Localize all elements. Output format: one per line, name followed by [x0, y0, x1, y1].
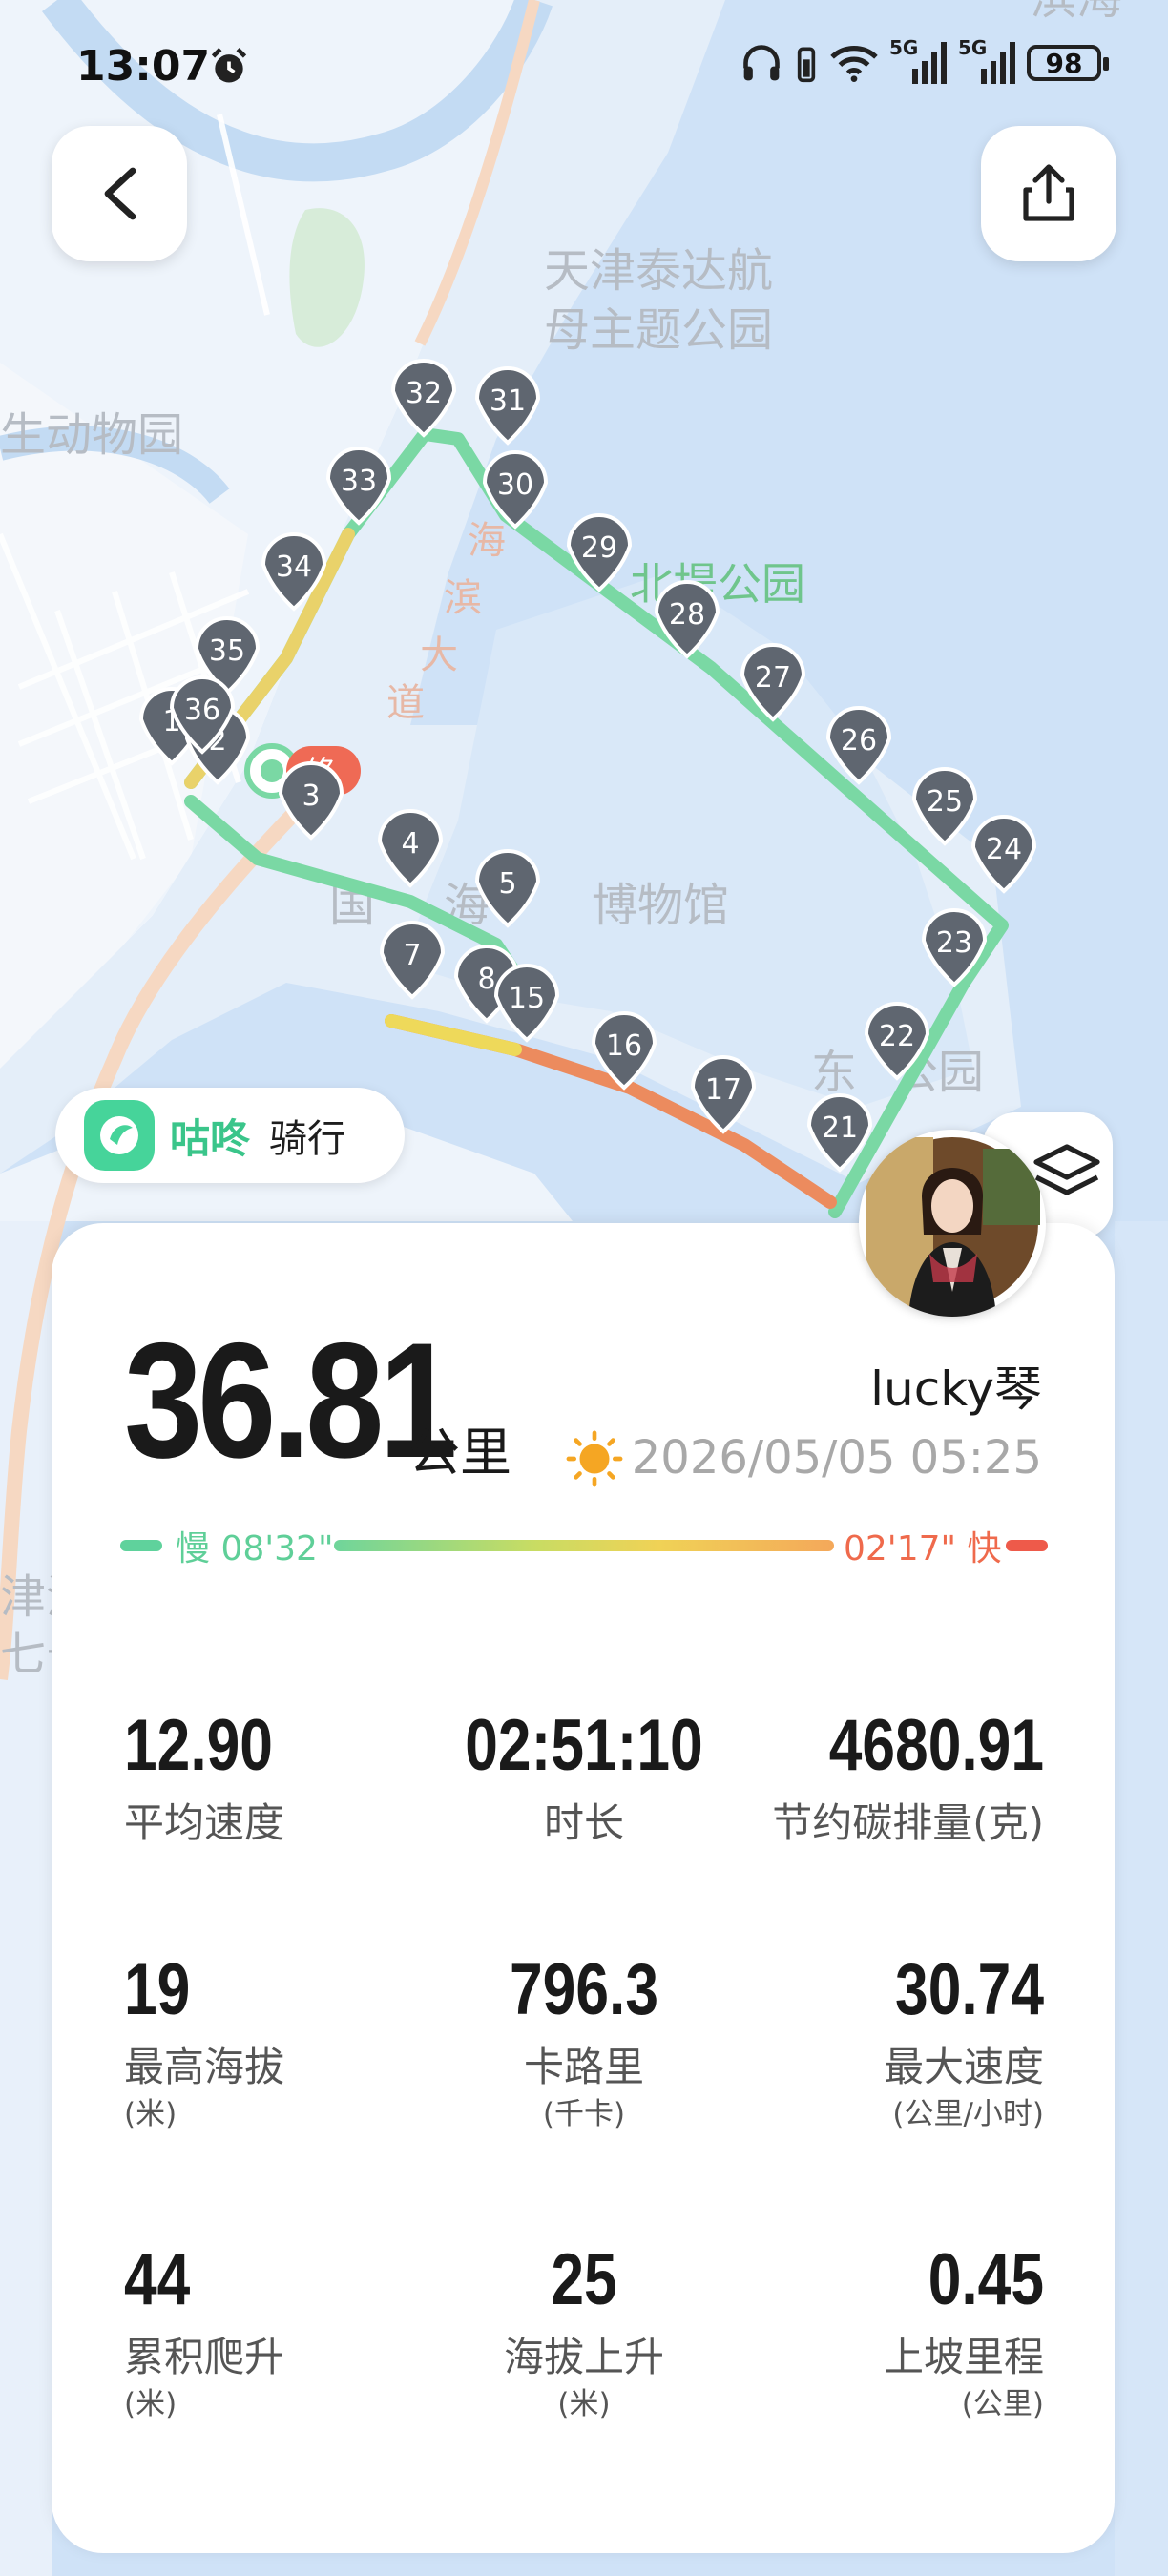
- alarm-icon: [211, 48, 247, 83]
- map-label: 道: [386, 681, 425, 725]
- map-label: 滨: [444, 576, 482, 620]
- km-marker-label: 31: [490, 384, 526, 418]
- stat-value: 4680.91: [828, 1705, 1044, 1786]
- stat-unit: (米): [124, 2097, 177, 2131]
- map-label: 母主题公园: [544, 303, 773, 357]
- km-marker-label: 23: [936, 926, 972, 960]
- km-marker-label: 34: [276, 551, 312, 584]
- km-marker-label: 26: [841, 724, 877, 758]
- stat-uphill-distance: 0.45 上坡里程 (公里): [720, 2242, 1044, 2423]
- signal-icon: 5G: [958, 36, 1015, 84]
- km-marker-label: 30: [497, 468, 533, 502]
- km-marker-label: 4: [401, 827, 419, 861]
- stat-unit: (公里/小时): [892, 2097, 1044, 2131]
- map-label: 博物馆: [592, 879, 729, 932]
- map-label: 生动物园: [0, 408, 183, 462]
- pace-fast-swatch: [1006, 1540, 1048, 1551]
- chevron-left-icon: [104, 167, 136, 220]
- codoon-logo-icon: [84, 1100, 155, 1171]
- stat-duration: 02:51:10 时长: [422, 1708, 746, 1849]
- signal-icon: 5G: [889, 36, 947, 84]
- status-bar: 13:07 5G 5G 98: [0, 0, 1168, 134]
- km-marker-label: 25: [927, 785, 963, 819]
- km-marker-label: 35: [209, 634, 245, 668]
- km-marker-label: 16: [606, 1029, 642, 1063]
- clock: 13:07: [76, 42, 211, 91]
- headphones-icon: [743, 45, 780, 81]
- share-button[interactable]: [981, 126, 1116, 261]
- battery-level: 98: [1045, 47, 1083, 79]
- stat-label: 最大速度: [883, 2044, 1044, 2090]
- wifi-icon: [830, 46, 878, 82]
- stat-value: 796.3: [510, 1949, 658, 2030]
- distance-unit: 公里: [408, 1423, 511, 1483]
- map-label: 大: [420, 634, 458, 677]
- map-label: 东: [811, 1046, 857, 1099]
- pace-slow-label: 慢 08'32": [176, 1529, 334, 1568]
- stat-max-speed: 30.74 最大速度 (公里/小时): [720, 1952, 1044, 2133]
- km-marker-label: 22: [879, 1020, 915, 1053]
- earbud-battery-icon: [797, 47, 816, 83]
- km-marker-label: 17: [705, 1073, 741, 1107]
- stat-value: 0.45: [928, 2239, 1044, 2320]
- km-marker-label: 36: [184, 694, 220, 727]
- ride-datetime: 2026/05/05 05:25: [631, 1431, 1042, 1485]
- sun-icon: [566, 1430, 623, 1487]
- map-label: 海: [468, 519, 506, 563]
- km-marker-label: 7: [403, 939, 421, 972]
- km-marker-label: 21: [822, 1111, 858, 1145]
- stat-label: 节约碳排量(克): [772, 1799, 1044, 1846]
- stat-unit: (米): [557, 2387, 611, 2421]
- stat-label: 平均速度: [124, 1799, 285, 1846]
- stat-unit: (千卡): [542, 2097, 626, 2131]
- stat-value: 25: [551, 2239, 617, 2320]
- stat-label: 卡路里: [523, 2044, 644, 2090]
- km-marker-label: 27: [755, 661, 791, 695]
- km-marker-label: 24: [986, 833, 1022, 866]
- km-marker-label: 29: [581, 531, 617, 565]
- pace-slow-swatch: [120, 1540, 162, 1551]
- stat-label: 累积爬升: [124, 2334, 285, 2380]
- brand-name: 咕咚: [170, 1114, 251, 1162]
- stat-value: 44: [124, 2239, 191, 2320]
- stat-calories: 796.3 卡路里 (千卡): [422, 1952, 746, 2133]
- stat-label: 最高海拔: [124, 2044, 285, 2090]
- stat-label: 海拔上升: [503, 2334, 664, 2380]
- km-marker-label: 33: [341, 465, 377, 498]
- sport-mode: 骑行: [269, 1117, 346, 1161]
- avatar[interactable]: [859, 1130, 1046, 1317]
- stat-elevation-gain: 25 海拔上升 (米): [422, 2242, 746, 2423]
- stat-total-climb: 44 累积爬升 (米): [124, 2242, 448, 2423]
- stat-value: 30.74: [895, 1949, 1044, 2030]
- km-marker-label: 5: [498, 867, 516, 901]
- km-marker-label: 15: [509, 982, 545, 1015]
- km-marker-label: 8: [477, 963, 495, 996]
- distance-value: 36.81: [124, 1309, 458, 1492]
- stat-carbon-saved: 4680.91 节约碳排量(克): [720, 1708, 1044, 1849]
- app-brand-pill: 咕咚 骑行: [55, 1088, 405, 1183]
- stat-label: 时长: [543, 1799, 624, 1846]
- km-marker-label: 32: [406, 377, 442, 410]
- pace-legend: 慢 08'32" 02'17" 快: [120, 1521, 1048, 1568]
- stat-avg-speed: 12.90 平均速度: [124, 1708, 448, 1849]
- stat-value: 12.90: [124, 1705, 273, 1786]
- stat-max-altitude: 19 最高海拔 (米): [124, 1952, 448, 2133]
- stat-unit: (公里): [961, 2387, 1044, 2421]
- km-marker-label: 3: [302, 779, 320, 813]
- km-marker-label: 28: [669, 598, 705, 632]
- pace-fast-label: 02'17" 快: [844, 1529, 1002, 1568]
- back-button[interactable]: [52, 126, 187, 261]
- battery-icon: 98: [1027, 45, 1109, 81]
- share-icon: [1023, 164, 1074, 221]
- stat-unit: (米): [124, 2387, 177, 2421]
- pace-gradient-bar: [334, 1540, 834, 1551]
- map-label: 天津泰达航: [544, 244, 773, 298]
- stat-label: 上坡里程: [883, 2334, 1044, 2380]
- stat-value: 02:51:10: [465, 1705, 703, 1786]
- username[interactable]: lucky琴: [870, 1351, 1042, 1420]
- stat-value: 19: [124, 1949, 191, 2030]
